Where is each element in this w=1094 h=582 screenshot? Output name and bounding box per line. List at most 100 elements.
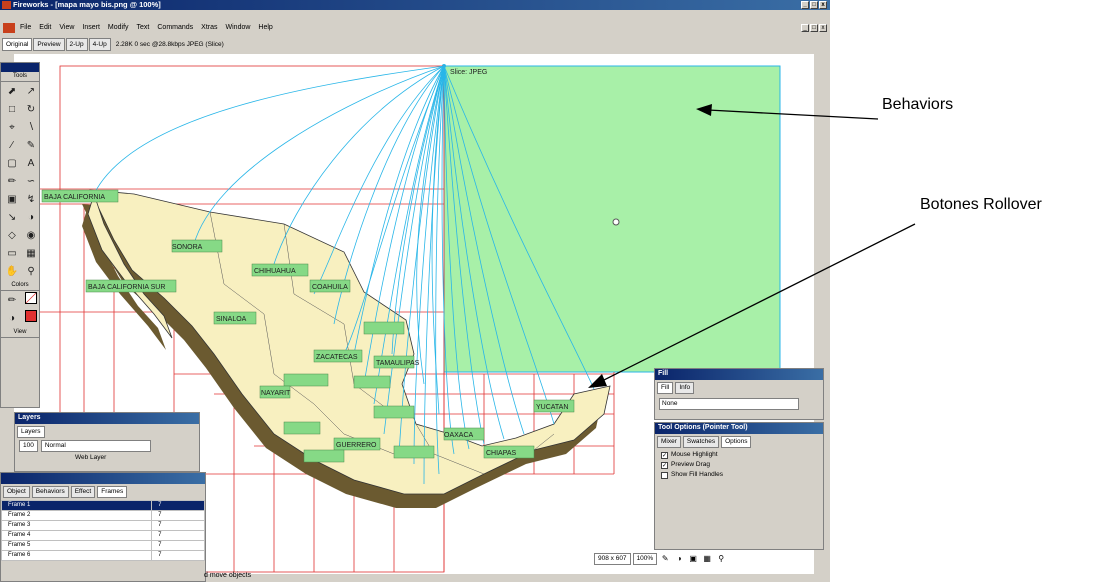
state-label-sonora: SONORA [172,244,203,251]
library-status-icon[interactable]: ▦ [701,554,713,564]
state-label-oaxaca: OAXACA [444,432,474,439]
zoom-select[interactable]: 100% [632,553,658,565]
palette-status-icon[interactable]: ▣ [687,554,699,564]
opacity-field[interactable]: 100 [19,440,38,452]
blend-mode-select[interactable]: Normal [40,440,151,452]
pencil-icon[interactable]: ✏ [3,173,21,190]
fill-type-select[interactable]: None [659,398,799,410]
tab-behaviors[interactable]: Behaviors [31,486,69,498]
menu-file[interactable]: File [20,21,31,35]
tab-layers[interactable]: Layers [17,426,45,438]
tools-panel-header[interactable] [1,63,39,72]
show-fill-handles-checkbox[interactable]: Show Fill Handles [655,470,823,480]
menu-view[interactable]: View [59,21,74,35]
arrow-icon[interactable]: ⬈ [3,83,21,100]
tab-effect[interactable]: Effect [70,486,96,498]
tab-preview[interactable]: Preview [33,38,65,51]
layers-panel: Layers Layers 100 Normal Web Layer [14,412,200,472]
fill-swatch[interactable] [22,310,40,327]
tab-swatches[interactable]: Swatches [682,436,720,448]
eyedropper-icon[interactable]: ↘ [3,209,21,226]
annotation-rollover: Botones Rollover [920,196,1042,213]
stroke-swatch[interactable] [22,292,40,309]
frame-row[interactable]: Frame 27 [0,510,205,521]
marquee-icon[interactable]: □ [3,101,21,118]
doc-maximize-button[interactable]: □ [810,24,818,32]
status-tools: 908 x 607 100% ✎ ◑ ▣ ▦ ⚲ [594,553,727,565]
annotation-behaviors: Behaviors [882,96,954,113]
view-tabs-bar: Original Preview 2-Up 4-Up 2.28K 0 sec @… [2,38,224,51]
frame-row[interactable]: Frame 57 [0,540,205,551]
close-button[interactable]: x [819,1,827,9]
tool-options-title: Tool Options (Pointer Tool) [655,423,823,434]
skew-icon[interactable]: ↯ [22,191,40,208]
state-label-yucatan: YUCATAN [536,404,568,411]
menu-modify[interactable]: Modify [108,21,129,35]
tab-frames[interactable]: Frames [97,486,128,498]
state-label-chihuahua: CHIHUAHUA [254,268,296,275]
frames-panel: Object Behaviors Effect Frames Frame 17 … [0,472,206,582]
preview-drag-checkbox[interactable]: ✓ Preview Drag [655,460,823,470]
tab-object[interactable]: Object [3,486,30,498]
lasso-icon[interactable]: ↻ [22,101,40,118]
menu-help[interactable]: Help [258,21,272,35]
tool-options-panel: Tool Options (Pointer Tool) Mixer Swatch… [654,422,824,550]
state-label-chiapas: CHIAPAS [486,450,517,457]
slice-icon[interactable]: ▦ [22,245,40,262]
state-label-tamaulipas: TAMAULIPAS [376,360,420,367]
eraser-icon[interactable]: ◇ [3,227,21,244]
tab-mixer[interactable]: Mixer [657,436,681,448]
fill-panel-title: Fill [655,369,823,380]
knife-icon[interactable]: ∖ [22,119,40,136]
pen-status-icon[interactable]: ✎ [659,554,671,564]
frame-row[interactable]: Frame 47 [0,530,205,541]
state-label-baja-california: BAJA CALIFORNIA [44,194,105,201]
stage: Fireworks - [mapa mayo bis.png @ 100%] _… [0,0,1094,582]
brush-status-icon[interactable]: ◑ [673,554,685,564]
canvas-size-readout: 908 x 607 [594,553,631,565]
url-status-icon[interactable]: ⚲ [715,554,727,564]
frame-row[interactable]: Frame 37 [0,520,205,531]
menu-text[interactable]: Text [137,21,150,35]
rubberstamp-icon[interactable]: ◉ [22,227,40,244]
menu-edit[interactable]: Edit [39,21,51,35]
maximize-button[interactable]: □ [810,1,818,9]
document-icon [3,23,15,33]
frame-row[interactable]: Frame 67 [0,550,205,561]
slice-behaviors-area[interactable] [443,65,781,373]
state-label-guerrero: GUERRERO [336,442,377,449]
tab-options[interactable]: Options [721,436,752,448]
hotspot-icon[interactable]: ▭ [3,245,21,262]
brush-icon[interactable]: ∽ [22,173,40,190]
stroke-color-icon[interactable]: ✏ [3,292,21,309]
menu-xtras[interactable]: Xtras [201,21,217,35]
hand-icon[interactable]: ✋ [3,263,21,280]
menu-insert[interactable]: Insert [82,21,100,35]
tab-info[interactable]: Info [675,382,695,394]
paintbucket-icon[interactable]: ◑ [22,209,40,226]
fill-color-icon[interactable]: ◑ [3,310,21,327]
pen-icon[interactable]: ✎ [22,137,40,154]
menu-commands[interactable]: Commands [157,21,193,35]
tab-fill[interactable]: Fill [657,382,674,394]
frames-panel-header [1,473,205,484]
slice-target-icon[interactable] [612,218,620,226]
mouse-highlight-checkbox[interactable]: ✓ Mouse Highlight [655,450,823,460]
web-layer-row[interactable]: Web Layer [15,454,199,461]
tab-original[interactable]: Original [2,38,33,51]
rectangle-icon[interactable]: ▢ [3,155,21,172]
doc-minimize-button[interactable]: _ [801,24,809,32]
minimize-button[interactable]: _ [801,1,809,9]
menu-window[interactable]: Window [226,21,251,35]
tab-4-up[interactable]: 4-Up [88,38,111,51]
zoom-icon[interactable]: ⚲ [22,263,40,280]
frame-row[interactable]: Frame 17 [0,500,205,511]
text-icon[interactable]: A [22,155,40,172]
document-window-controls: _ □ x [801,24,827,32]
doc-close-button[interactable]: x [819,24,827,32]
tab-2-up[interactable]: 2-Up [65,38,88,51]
line-icon[interactable]: ∕ [3,137,21,154]
subselect-icon[interactable]: ↗ [22,83,40,100]
crop-icon[interactable]: ⌖ [3,119,21,136]
scale-icon[interactable]: ▣ [3,191,21,208]
